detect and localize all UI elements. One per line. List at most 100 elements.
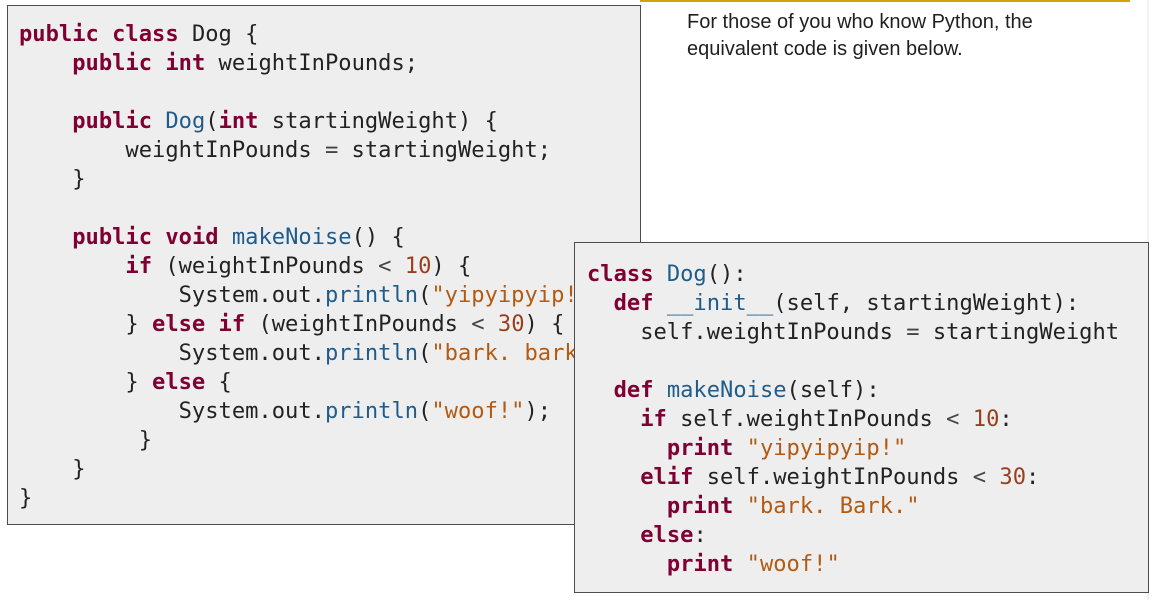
code-token: else (640, 522, 694, 548)
java-code-panel: public class Dog { public int weightInPo… (7, 5, 641, 525)
code-token: 10 (972, 406, 1000, 432)
code-token: 10 (404, 253, 432, 279)
code-token: } (19, 166, 86, 192)
code-token: self.weightInPounds (587, 319, 907, 345)
code-line: def __init__(self, startingWeight): (587, 289, 1148, 318)
code-line: } (19, 426, 640, 455)
code-line: print "woof!" (587, 550, 1148, 579)
code-token: 30 (497, 311, 525, 337)
code-token: 30 (999, 464, 1027, 490)
code-token: print (666, 435, 734, 461)
code-line: public Dog(int startingWeight) { (19, 107, 640, 136)
code-token: < (972, 464, 987, 490)
code-token: "bark. Bark." (746, 493, 920, 519)
code-token: startingWeight; (338, 137, 552, 163)
code-token: (self): (786, 377, 880, 403)
code-token: ( (418, 340, 432, 366)
code-line: if self.weightInPounds < 10: (587, 405, 1148, 434)
code-token: self.weightInPounds (666, 406, 947, 432)
code-token: public (72, 108, 153, 134)
code-token: int (165, 50, 206, 76)
code-token: public (19, 21, 99, 47)
python-code-panel: class Dog(): def __init__(self, starting… (574, 242, 1149, 593)
code-token: self.weightInPounds (693, 464, 973, 490)
code-token: println (324, 340, 419, 366)
caption-text: For those of you who know Python, the eq… (687, 11, 1033, 60)
code-token: class (587, 261, 654, 287)
code-line: System.out.println("yipyipyip!"); (19, 281, 640, 310)
code-line: public int weightInPounds; (19, 49, 640, 78)
code-token: } (19, 427, 153, 453)
code-token: : (999, 406, 1013, 432)
code-token: else (152, 369, 206, 395)
code-line: else: (587, 521, 1148, 550)
code-line: System.out.println("woof!"); (19, 397, 640, 426)
code-token: println (324, 398, 419, 424)
code-token: < (378, 253, 392, 279)
code-line: weightInPounds = startingWeight; (19, 136, 640, 165)
code-line: def makeNoise(self): (587, 376, 1148, 405)
code-token: else (152, 311, 206, 337)
python-code-block: class Dog(): def __init__(self, starting… (587, 260, 1148, 579)
code-token: () { (351, 224, 405, 250)
code-token: int (218, 108, 259, 134)
code-line: } (19, 455, 640, 484)
code-token: public (72, 50, 153, 76)
code-line: self.weightInPounds = startingWeight (587, 318, 1148, 347)
code-token: if (640, 406, 667, 432)
code-line: print "yipyipyip!" (587, 434, 1148, 463)
code-token: Dog { (178, 21, 259, 47)
code-token: Dog (666, 261, 707, 287)
code-line: } (19, 165, 640, 194)
code-token: "yipyipyip!" (746, 435, 907, 461)
code-token: ) { (524, 311, 565, 337)
code-token: public (72, 224, 153, 250)
code-token: startingWeight (919, 319, 1120, 345)
code-token: weightInPounds (19, 137, 325, 163)
code-token: makeNoise (231, 224, 352, 250)
top-accent-rule (640, 0, 1130, 2)
code-token: print (666, 551, 734, 577)
code-token: weightInPounds; (205, 50, 419, 76)
code-token: startingWeight) { (258, 108, 498, 134)
code-token: if (218, 311, 246, 337)
code-token: } (19, 369, 153, 395)
code-line: } else if (weightInPounds < 30) { (19, 310, 640, 339)
code-token: (weightInPounds (152, 253, 379, 279)
code-token: } (19, 311, 153, 337)
code-token: makeNoise (666, 377, 787, 403)
code-token: "woof!" (746, 551, 840, 577)
code-token: System.out. (19, 340, 325, 366)
code-token: def (613, 290, 654, 316)
code-token: } (19, 456, 86, 482)
code-line: print "bark. Bark." (587, 492, 1148, 521)
code-token: Dog (165, 108, 206, 134)
code-line: if (weightInPounds < 10) { (19, 252, 640, 281)
code-token: < (946, 406, 960, 432)
code-token: elif (640, 464, 694, 490)
code-token: = (324, 137, 339, 163)
code-line: public class Dog { (19, 20, 640, 49)
code-line: } else { (19, 368, 640, 397)
